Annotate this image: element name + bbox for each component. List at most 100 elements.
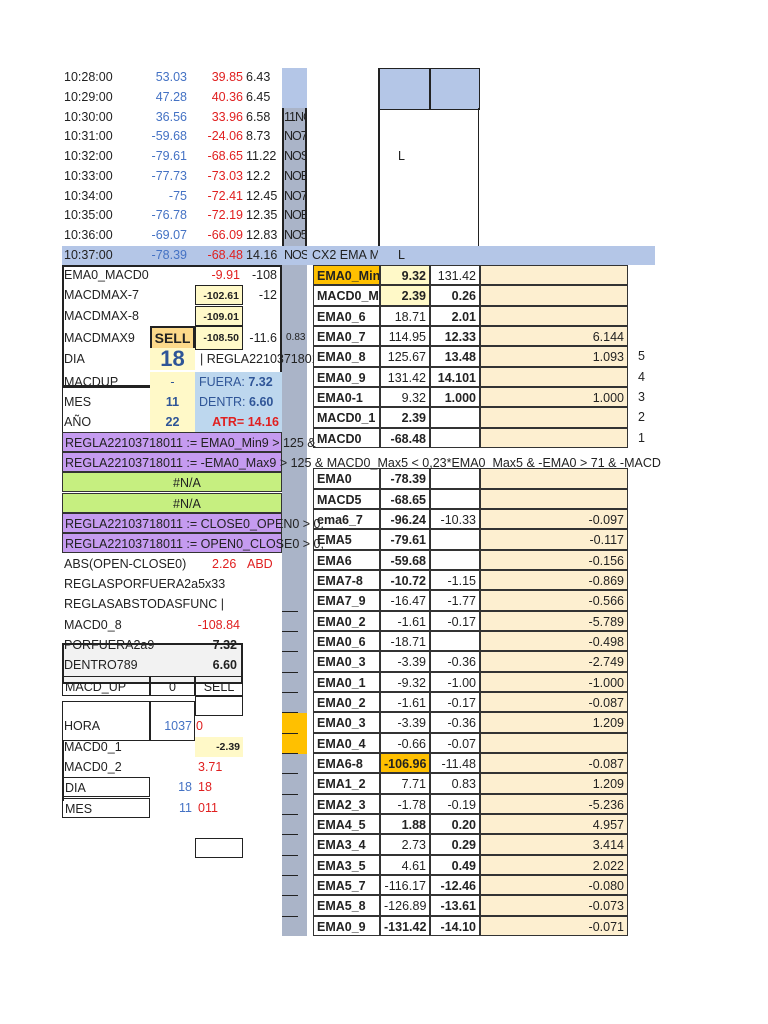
value-cell: -77.73 [151,168,187,183]
row-label: EMA0_3 [313,651,380,672]
tag-cell: NOELL_ [284,208,307,223]
ratio-col [480,427,628,448]
rank-col [628,631,655,651]
ratio-col: -5.789 [480,610,628,631]
ratio-col: 1.209 [480,712,628,733]
value-col2: 0.29 [430,834,480,855]
value-col1: -18.71 [380,630,430,652]
tag-cell: NOSEL [284,247,307,262]
ratio-col: -0.156 [480,549,628,570]
tag-cell [284,68,307,87]
row-label: EMA6 [313,549,380,570]
value: 1037 [164,719,192,734]
row-label: EMA0_3 [313,712,380,733]
value-col2: -0.36 [430,651,480,672]
label: HORA [64,719,101,734]
value-col2: 1.000 [430,386,480,408]
value: -108 [251,268,277,282]
label: EMA0_MACD0 [64,268,149,282]
row-label: ema6_7 [313,508,380,530]
value-col1: -68.65 [380,488,430,509]
value-col2 [430,630,480,652]
value: -11.6 [249,330,277,345]
rank-col [628,285,655,305]
row-label: MACD0_1 [313,407,380,428]
value-col1: 131.42 [380,366,430,387]
ratio-col: -0.080 [480,874,628,896]
label: MES [64,395,92,410]
value-cell: 39.85 [211,70,243,84]
ratio-col: 1.093 [480,346,628,367]
value-cell: -75 [168,188,187,203]
value-col1: -96.24 [380,508,430,530]
value-col1: -10.72 [380,569,430,591]
label: MACD0_8 [64,617,122,632]
value-col2: -1.77 [430,590,480,611]
rank-col [628,489,655,509]
value-col2: -0.36 [430,712,480,733]
rule-row: REGLA22103718011 := EMA0_Min9 > 125 & [62,431,316,452]
rank-col [628,875,655,895]
ratio-col [480,305,628,326]
tag-cell: NO57a [284,228,307,242]
ratio-col: 4.957 [480,813,628,835]
rank-col [628,468,655,488]
value-col1: 18.71 [380,305,430,326]
row-label: EMA0_Min [313,265,380,286]
value-cell: -73.03 [207,168,243,183]
time-cell: 10:35:00 [64,208,113,223]
value-cell: 6.43 [246,70,271,84]
row-label: EMA2_3 [313,793,380,814]
time-cell: 10:31:00 [64,129,113,144]
value: ABD [247,556,273,571]
rank-col [628,326,655,346]
value-col2: -12.46 [430,874,480,896]
value-col2 [430,488,480,509]
rank-col [628,692,655,712]
row-label: EMA5_8 [313,895,380,916]
value-cell: -68.48 [207,247,243,262]
value: -9.91 [211,268,241,282]
value-col2 [430,468,480,489]
value-col1: -16.47 [380,590,430,611]
label: REGLASABSTODASFUNC | [64,597,224,612]
value-col1: 9.32 [380,386,430,408]
rule-row: REGLA22103718011 := CLOSE0_OPEN0 > 0, [62,513,324,534]
value-col2 [430,407,480,428]
rank-col [628,265,655,285]
ratio-col: -0.117 [480,529,628,550]
row-label: EMA1_2 [313,773,380,794]
row-label: EMA5 [313,529,380,550]
label: MACDUP [64,374,119,389]
time-cell: 10:28:00 [64,70,113,84]
value-col1: 125.67 [380,346,430,367]
value-col1: 7.71 [380,773,430,794]
value-col2: 14.101 [430,366,480,387]
label-cell: CX2 EMA M [312,247,378,262]
rank-col [628,590,655,610]
ratio-col: -0.087 [480,691,628,713]
label: MACD0_2 [64,759,122,774]
ratio-col: -0.097 [480,508,628,530]
rank-col [628,773,655,793]
error-cell: #N/A [62,492,282,513]
value-col2: 13.48 [430,346,480,367]
value: -108.50 [195,325,243,350]
row-label: EMA4_5 [313,813,380,835]
value-col2: 0.49 [430,854,480,875]
divider [282,793,298,795]
tag-cell: NOELL_ [284,168,307,183]
ratio-col [480,285,628,306]
rank-col [628,753,655,773]
ratio-col: -0.869 [480,569,628,591]
flag-cell: L [398,247,405,262]
value-col2: -0.19 [430,793,480,814]
empty-input-cell[interactable] [195,838,243,859]
rank-col: 1 [638,430,645,445]
value: 22 [150,412,195,433]
label: DIA [62,777,150,798]
tag-cell: NOSEL [284,149,307,163]
ratio-col [480,732,628,753]
rank-col [628,509,655,529]
tag-cell [284,88,307,107]
